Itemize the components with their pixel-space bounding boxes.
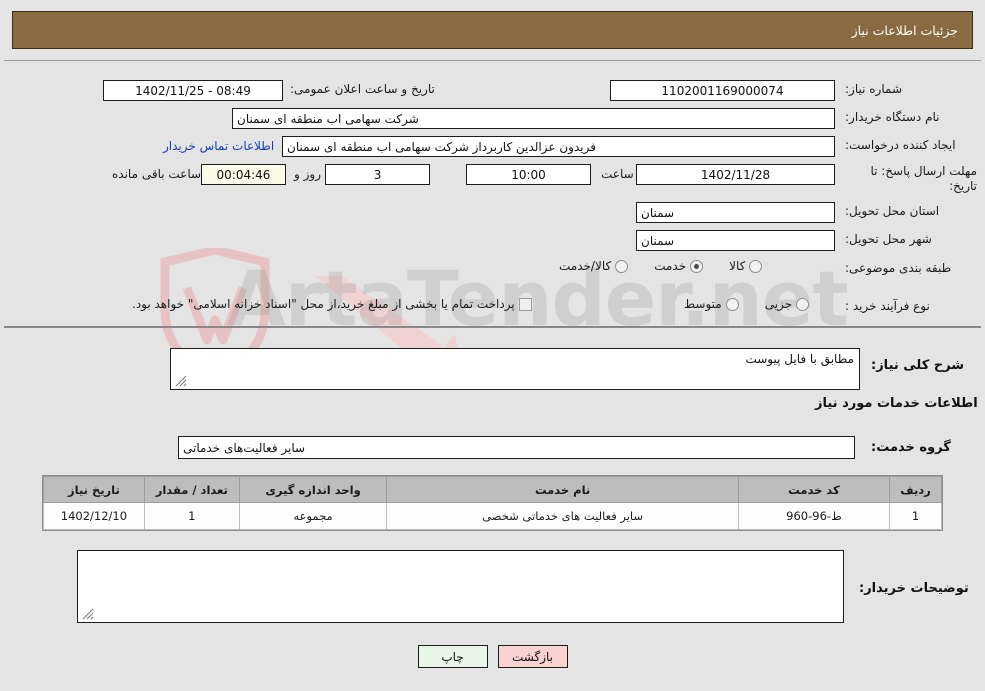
- buyer-contact-link[interactable]: اطلاعات تماس خریدار: [163, 139, 274, 153]
- process-type-label: نوع فرآیند خرید :: [845, 299, 930, 313]
- col-unit: واحد اندازه گیری: [238, 476, 388, 503]
- process-option-motevaset-label: متوسط: [684, 297, 722, 311]
- creator-label-wrap: ایجاد کننده درخواست:: [845, 138, 956, 153]
- print-button[interactable]: چاپ: [417, 645, 488, 668]
- creator-label: ایجاد کننده درخواست:: [845, 138, 956, 152]
- category-option-khedmat[interactable]: خدمت: [650, 259, 704, 273]
- deadline-date-value: 1402/11/28: [700, 167, 771, 182]
- category-label: طبقه بندی موضوعی:: [845, 261, 952, 275]
- treasury-checkbox-row[interactable]: پرداخت تمام یا بخشی از مبلغ خرید،از محل …: [128, 297, 532, 311]
- announce-label-wrap: تاریخ و ساعت اعلان عمومی:: [290, 82, 435, 97]
- page-root: ArtaTender.net جزئیات اطلاعات نیاز شماره…: [0, 0, 985, 691]
- overall-need-value: مطابق با فایل پیوست: [745, 352, 854, 366]
- province-label: استان محل تحویل:: [845, 204, 940, 218]
- radio-motevaset-icon[interactable]: [725, 297, 739, 311]
- service-group-field[interactable]: سایر فعالیت‌های خدماتی: [178, 436, 855, 459]
- province-label-wrap: استان محل تحویل:: [845, 204, 939, 219]
- cell-need-date: 1402/12/10: [43, 502, 145, 530]
- table-row[interactable]: 1 ط-96-960 سایر فعالیت های خدماتی شخصی م…: [43, 502, 942, 530]
- cell-row-no: 1: [889, 502, 942, 530]
- col-row-no: ردیف: [889, 476, 942, 503]
- treasury-checkbox-label: پرداخت تمام یا بخشی از مبلغ خرید،از محل …: [132, 297, 515, 311]
- province-field[interactable]: سمنان: [636, 202, 835, 223]
- deadline-time-label: ساعت: [601, 167, 634, 181]
- announce-datetime-label: تاریخ و ساعت اعلان عمومی:: [290, 82, 435, 96]
- need-number-value: 1102001169000074: [661, 83, 784, 98]
- cell-service-code: ط-96-960: [737, 502, 891, 530]
- process-radio-group[interactable]: جزیی متوسط: [680, 297, 810, 311]
- cell-quantity: 1: [143, 502, 240, 530]
- announce-datetime-field[interactable]: 08:49 - 1402/11/25: [103, 80, 283, 101]
- countdown-field: 00:04:46: [201, 164, 286, 185]
- need-number-label: شماره نیاز:: [845, 82, 902, 96]
- services-table-wrap: ردیف کد خدمت نام خدمت واحد اندازه گیری ت…: [42, 475, 943, 531]
- table-header-row: ردیف کد خدمت نام خدمت واحد اندازه گیری ت…: [43, 476, 942, 503]
- deadline-time-value: 10:00: [511, 167, 546, 182]
- col-service-name: نام خدمت: [386, 476, 739, 503]
- radio-kala-khedmat-icon[interactable]: [615, 259, 629, 273]
- cell-service-name: سایر فعالیت های خدماتی شخصی: [386, 502, 739, 530]
- radio-kala-icon[interactable]: [749, 259, 763, 273]
- city-label: شهر محل تحویل:: [845, 232, 932, 246]
- back-button[interactable]: بازگشت: [497, 645, 568, 668]
- category-option-kala-khedmat[interactable]: کالا/خدمت: [555, 259, 629, 273]
- col-quantity: تعداد / مقدار: [143, 476, 240, 503]
- deadline-date-field[interactable]: 1402/11/28: [636, 164, 835, 185]
- deadline-time-field[interactable]: 10:00: [466, 164, 591, 185]
- category-label-wrap: طبقه بندی موضوعی:: [845, 261, 951, 276]
- need-number-field[interactable]: 1102001169000074: [610, 80, 835, 101]
- province-value: سمنان: [641, 205, 675, 220]
- countdown-value: 00:04:46: [216, 167, 271, 182]
- city-field[interactable]: سمنان: [636, 230, 835, 251]
- deadline-label-wrap: مهلت ارسال پاسخ: تا تاریخ:: [845, 164, 977, 194]
- cell-unit: مجموعه: [238, 502, 388, 530]
- col-need-date: تاریخ نیاز: [43, 476, 145, 503]
- remaining-days-value: 3: [373, 167, 382, 182]
- category-option-kala-khedmat-label: کالا/خدمت: [559, 259, 612, 273]
- process-option-jozi[interactable]: جزیی: [761, 297, 810, 311]
- category-option-kala[interactable]: کالا: [725, 259, 763, 273]
- overall-need-textarea[interactable]: مطابق با فایل پیوست: [170, 348, 860, 390]
- buyer-notes-textarea[interactable]: [77, 550, 844, 623]
- service-group-label: گروه خدمت:: [871, 440, 951, 455]
- deadline-label-line1: مهلت ارسال پاسخ: تا: [870, 164, 977, 178]
- creator-value: فریدون عزالدین کاربرداز شرکت سهامی اب من…: [287, 139, 596, 154]
- remaining-days-label: روز و: [294, 167, 321, 181]
- creator-field[interactable]: فریدون عزالدین کاربرداز شرکت سهامی اب من…: [282, 136, 835, 157]
- remaining-days-field[interactable]: 3: [325, 164, 430, 185]
- services-table: ردیف کد خدمت نام خدمت واحد اندازه گیری ت…: [43, 476, 942, 530]
- deadline-label-line2: تاریخ:: [949, 179, 977, 193]
- treasury-checkbox-icon[interactable]: [518, 297, 532, 311]
- page-title: جزئیات اطلاعات نیاز: [851, 22, 958, 38]
- page-header: جزئیات اطلاعات نیاز: [12, 11, 973, 49]
- buyer-org-value: شرکت سهامی اب منطقه ای سمنان: [237, 111, 419, 126]
- radio-jozi-icon[interactable]: [796, 297, 810, 311]
- category-radio-group[interactable]: کالا خدمت کالا/خدمت: [555, 259, 763, 273]
- resize-handle-icon[interactable]: [82, 608, 94, 620]
- buyer-org-field[interactable]: شرکت سهامی اب منطقه ای سمنان: [232, 108, 835, 129]
- category-option-khedmat-label: خدمت: [654, 259, 687, 273]
- col-service-code: کد خدمت: [737, 476, 891, 503]
- city-label-wrap: شهر محل تحویل:: [845, 232, 932, 247]
- buyer-org-label-wrap: نام دستگاه خریدار:: [845, 110, 940, 125]
- radio-khedmat-icon[interactable]: [690, 259, 704, 273]
- need-number-row: شماره نیاز:: [845, 82, 902, 97]
- buyer-notes-label: توضیحات خریدار:: [859, 581, 969, 596]
- process-option-motevaset[interactable]: متوسط: [680, 297, 739, 311]
- announce-datetime-value: 08:49 - 1402/11/25: [135, 83, 251, 98]
- service-group-value: سایر فعالیت‌های خدماتی: [183, 440, 306, 455]
- overall-need-label: شرح کلی نیاز:: [871, 358, 965, 373]
- process-option-jozi-label: جزیی: [764, 297, 793, 311]
- category-option-kala-label: کالا: [729, 259, 746, 273]
- buyer-org-label: نام دستگاه خریدار:: [845, 110, 940, 124]
- services-info-title: اطلاعات خدمات مورد نیاز: [815, 396, 978, 411]
- city-value: سمنان: [641, 233, 675, 248]
- resize-handle-icon[interactable]: [175, 375, 187, 387]
- countdown-label: ساعت باقی مانده: [112, 167, 202, 181]
- process-label-wrap: نوع فرآیند خرید :: [845, 299, 930, 314]
- footer-actions: بازگشت چاپ: [0, 645, 985, 668]
